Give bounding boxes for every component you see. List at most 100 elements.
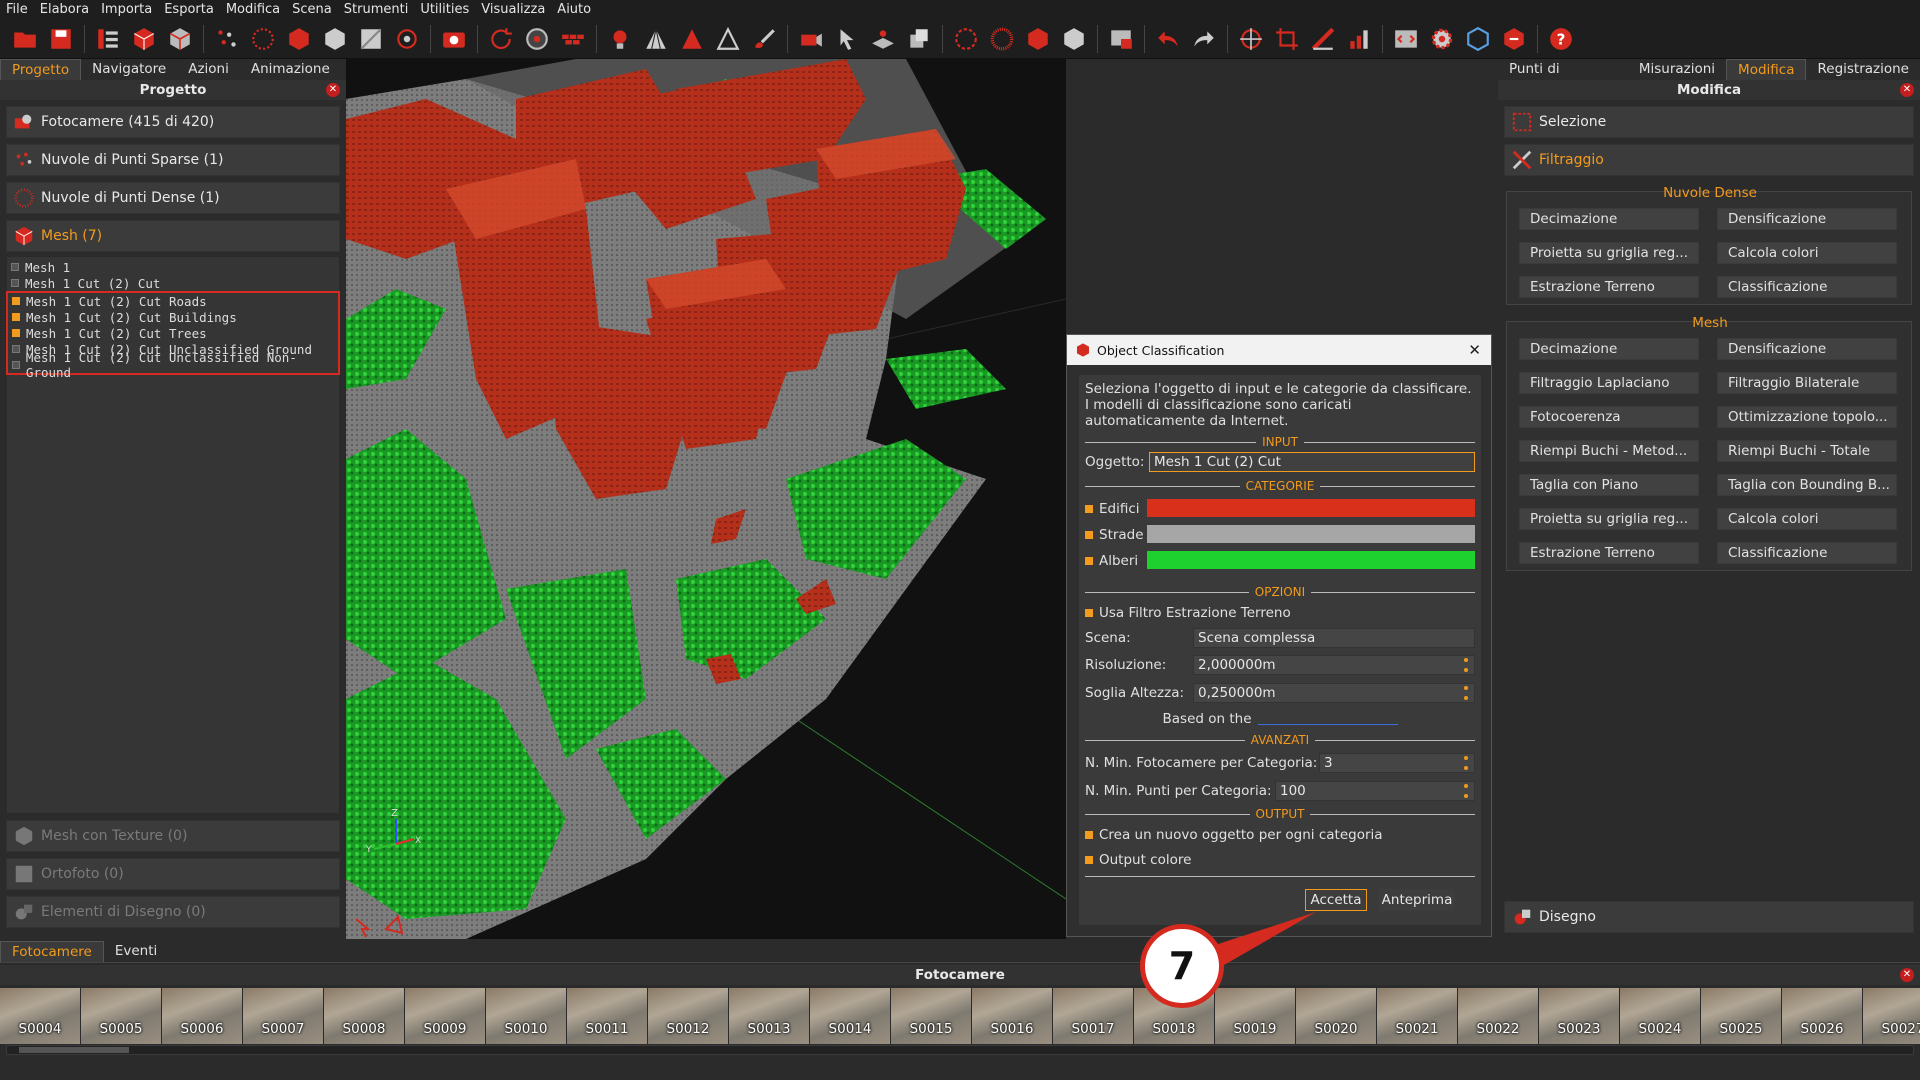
section-ortho[interactable]: Ortofoto (0) (6, 858, 340, 890)
chart-button[interactable] (1344, 24, 1374, 54)
min-cameras-input[interactable]: 3 (1319, 753, 1475, 773)
tab-azioni[interactable]: Azioni (177, 59, 240, 80)
crop-button[interactable] (1272, 24, 1302, 54)
height-threshold-input[interactable]: 0,250000m (1193, 683, 1475, 703)
tab-measurements[interactable]: Misurazioni (1628, 59, 1726, 80)
section-drawing-tools[interactable]: Disegno (1504, 901, 1914, 933)
outline-button[interactable] (713, 24, 743, 54)
pick-point-button[interactable] (832, 24, 862, 54)
category-color-strade[interactable] (1147, 525, 1475, 543)
section-drawing[interactable]: Elementi di Disegno (0) (6, 896, 340, 928)
photoconsistency-button[interactable]: Fotocoerenza (1519, 406, 1699, 428)
dialog-close-icon[interactable]: ✕ (1468, 341, 1481, 359)
section-mesh[interactable]: Mesh (7) (6, 220, 340, 252)
section-cameras[interactable]: Fotocamere (415 di 420) (6, 106, 340, 138)
mesh-compute-colors-button[interactable]: Calcola colori (1717, 508, 1897, 530)
camera-list-button[interactable] (93, 24, 123, 54)
scrollbar-thumb[interactable] (19, 1047, 129, 1053)
category-checkbox-strade[interactable] (1085, 531, 1093, 539)
tab-animazione[interactable]: Animazione (240, 59, 341, 80)
camera-thumbnail[interactable]: S0024 (1620, 988, 1700, 1044)
settings-button[interactable] (1427, 24, 1457, 54)
tab-navigatore[interactable]: Navigatore (81, 59, 177, 80)
mesh-button[interactable] (284, 24, 314, 54)
sphere-button[interactable] (951, 24, 981, 54)
camera-thumbnail[interactable]: S0013 (729, 988, 809, 1044)
visibility-checkbox[interactable] (12, 297, 20, 305)
topology-optimization-button[interactable]: Ottimizzazione topolo... (1717, 406, 1897, 428)
visibility-checkbox[interactable] (12, 329, 20, 337)
dense-decimation-button[interactable]: Decimazione (1519, 208, 1699, 230)
section-sparse[interactable]: Nuvole di Punti Sparse (1) (6, 144, 340, 176)
camera-thumbnail[interactable]: S0008 (324, 988, 404, 1044)
wireframe-button[interactable] (641, 24, 671, 54)
menu-esporta[interactable]: Esporta (158, 2, 220, 17)
menu-aiuto[interactable]: Aiuto (551, 2, 597, 17)
bricks-button[interactable] (558, 24, 588, 54)
paint-button[interactable] (749, 24, 779, 54)
box-button[interactable] (1463, 24, 1493, 54)
camera-thumbnail[interactable]: S0005 (81, 988, 161, 1044)
logo-button[interactable] (1499, 24, 1529, 54)
grey-cube-button[interactable] (1059, 24, 1089, 54)
sparse-button[interactable] (212, 24, 242, 54)
list-item[interactable]: Mesh 1 Cut (2) Cut Roads (8, 293, 338, 309)
category-checkbox-edifici[interactable] (1085, 505, 1093, 513)
dense-classification-button[interactable]: Classificazione (1717, 276, 1897, 298)
orbit-button[interactable] (522, 24, 552, 54)
list-item[interactable]: Mesh 1 Cut (2) Cut Trees (8, 325, 338, 341)
dense-button[interactable] (248, 24, 278, 54)
camera-thumbnail[interactable]: S0007 (243, 988, 323, 1044)
cut-plane-button[interactable]: Taglia con Piano (1519, 474, 1699, 496)
min-points-input[interactable]: 100 (1275, 781, 1475, 801)
close-icon[interactable]: ✕ (326, 83, 340, 97)
undo-button[interactable] (1153, 24, 1183, 54)
camera-thumbnail[interactable]: S0016 (972, 988, 1052, 1044)
dense-ground-extraction-button[interactable]: Estrazione Terreno (1519, 276, 1699, 298)
mesh-project-grid-button[interactable]: Proietta su griglia reg... (1519, 508, 1699, 530)
tab-progetto[interactable]: Progetto (0, 59, 82, 80)
laplacian-filter-button[interactable]: Filtraggio Laplaciano (1519, 372, 1699, 394)
scene-select[interactable]: Scena complessa (1193, 628, 1475, 648)
list-item[interactable]: Mesh 1 Cut (2) Cut Buildings (8, 309, 338, 325)
output-color-row[interactable]: Output colore (1085, 850, 1475, 870)
ground-filter-row[interactable]: Usa Filtro Estrazione Terreno (1085, 603, 1475, 623)
category-color-edifici[interactable] (1147, 499, 1475, 517)
camera-thumbnail[interactable]: S0021 (1377, 988, 1457, 1044)
new-object-row[interactable]: Crea un nuovo oggetto per ogni categoria (1085, 825, 1475, 845)
pick-plane-button[interactable] (868, 24, 898, 54)
menu-modifica[interactable]: Modifica (220, 2, 286, 17)
mesh-decimation-button[interactable]: Decimazione (1519, 338, 1699, 360)
red-cube-button[interactable] (1023, 24, 1053, 54)
section-selection[interactable]: Selezione (1504, 106, 1914, 138)
script-button[interactable] (1391, 24, 1421, 54)
save-button[interactable] (46, 24, 76, 54)
camera-thumbnail[interactable]: S0026 (1782, 988, 1862, 1044)
new-project-button[interactable] (10, 24, 40, 54)
camera-thumbnail[interactable]: S0006 (162, 988, 242, 1044)
fill-holes-total-button[interactable]: Riempi Buchi - Totale (1717, 440, 1897, 462)
spinner-icon[interactable] (1464, 658, 1470, 672)
camera-thumbnail[interactable]: S0014 (810, 988, 890, 1044)
bilateral-filter-button[interactable]: Filtraggio Bilaterale (1717, 372, 1897, 394)
camera-thumbnail[interactable]: S0027 (1863, 988, 1920, 1044)
spinner-icon[interactable] (1464, 756, 1470, 770)
spinner-icon[interactable] (1464, 784, 1470, 798)
ortho-button[interactable] (356, 24, 386, 54)
category-color-alberi[interactable] (1147, 551, 1475, 569)
camera-thumbnail[interactable]: S0023 (1539, 988, 1619, 1044)
mesh-texture-button[interactable] (165, 24, 195, 54)
dense-project-grid-button[interactable]: Proietta su griglia reg... (1519, 242, 1699, 264)
tab-registration[interactable]: Registrazione (1806, 59, 1920, 80)
3d-viewport[interactable]: Z X Y (346, 59, 1066, 939)
resolution-input[interactable]: 2,000000m (1193, 655, 1475, 675)
section-dense[interactable]: Nuvole di Punti Dense (1) (6, 182, 340, 214)
tab-events[interactable]: Eventi (104, 941, 168, 962)
projection-button[interactable] (796, 24, 826, 54)
mesh-ground-extraction-button[interactable]: Estrazione Terreno (1519, 542, 1699, 564)
screenshot-button[interactable] (439, 24, 469, 54)
close-icon[interactable]: ✕ (1900, 83, 1914, 97)
list-item[interactable]: Mesh 1 Cut (2) Cut Unclassified Non-Grou… (8, 350, 338, 380)
solid-button[interactable] (677, 24, 707, 54)
camera-thumbnail[interactable]: S0015 (891, 988, 971, 1044)
